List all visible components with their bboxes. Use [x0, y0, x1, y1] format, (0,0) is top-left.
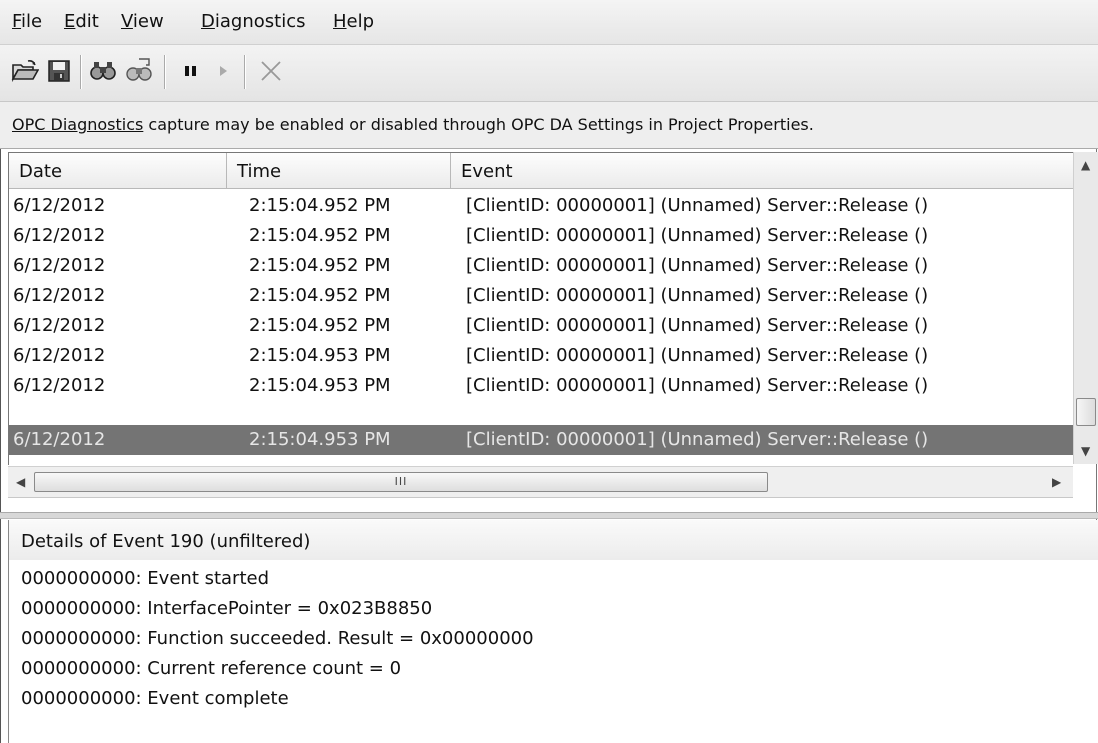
time-cell: 2:15:04.953 PM — [249, 375, 391, 396]
menu-help-label: elp — [346, 11, 375, 32]
opc-diagnostics-link[interactable]: OPC Diagnostics — [12, 115, 143, 134]
time-cell: 2:15:04.952 PM — [249, 225, 391, 246]
detail-line: 0000000000: Event started — [21, 568, 270, 589]
details-title: Details of Event 190 (unfiltered) — [21, 531, 311, 552]
info-message: OPC Diagnostics capture may be enabled o… — [12, 115, 814, 134]
date-cell: 6/12/2012 — [13, 315, 106, 336]
open-folder-icon[interactable] — [10, 54, 40, 88]
find-next-icon[interactable] — [124, 54, 154, 88]
table-row[interactable]: 6/12/2012 2:15:04.953 PM [ClientID: 0000… — [9, 341, 1074, 371]
time-cell: 2:15:04.953 PM — [249, 429, 391, 450]
table-row[interactable]: 6/12/2012 2:15:04.952 PM [ClientID: 0000… — [9, 251, 1074, 281]
details-header: Details of Event 190 (unfiltered) — [8, 520, 1098, 561]
menu-edit[interactable]: Edit — [64, 11, 99, 32]
menu-view-label: iew — [132, 11, 164, 32]
table-row[interactable]: 6/12/2012 2:15:04.952 PM [ClientID: 0000… — [9, 281, 1074, 311]
menu-file[interactable]: File — [12, 11, 42, 32]
time-cell: 2:15:04.952 PM — [249, 285, 391, 306]
event-cell: [ClientID: 00000001] (Unnamed) Server::R… — [466, 285, 929, 306]
event-cell: [ClientID: 00000001] (Unnamed) Server::R… — [466, 225, 929, 246]
detail-line: 0000000000: Current reference count = 0 — [21, 658, 402, 679]
event-list[interactable]: Date Time Event 6/12/2012 2:15:04.952 PM… — [8, 152, 1074, 465]
detail-line: 0000000000: Function succeeded. Result =… — [21, 628, 534, 649]
clear-icon[interactable] — [256, 54, 286, 88]
event-cell: [ClientID: 00000001] (Unnamed) Server::R… — [466, 345, 929, 366]
table-row[interactable]: 6/12/2012 2:15:04.952 PM [ClientID: 0000… — [9, 191, 1074, 221]
detail-line: 0000000000: InterfacePointer = 0x023B885… — [21, 598, 433, 619]
date-cell: 6/12/2012 — [13, 375, 106, 396]
detail-line: 0000000000: Event complete — [21, 688, 289, 709]
menu-diagnostics-mnemonic: D — [201, 11, 215, 32]
event-cell: [ClientID: 00000001] (Unnamed) Server::R… — [466, 375, 929, 396]
time-cell: 2:15:04.952 PM — [249, 255, 391, 276]
table-row[interactable]: 6/12/2012 2:15:04.953 PM [ClientID: 0000… — [9, 371, 1074, 401]
menu-edit-label: dit — [75, 11, 99, 32]
time-cell: 2:15:04.952 PM — [249, 195, 391, 216]
time-cell: 2:15:04.952 PM — [249, 315, 391, 336]
info-text: capture may be enabled or disabled throu… — [143, 115, 814, 134]
time-cell: 2:15:04.953 PM — [249, 345, 391, 366]
toolbar — [0, 45, 1098, 102]
pause-icon[interactable] — [176, 54, 206, 88]
vertical-scroll-thumb[interactable] — [1076, 398, 1096, 426]
save-icon[interactable] — [44, 54, 74, 88]
toolbar-separator — [244, 55, 246, 89]
find-icon[interactable] — [88, 54, 118, 88]
date-cell: 6/12/2012 — [13, 255, 106, 276]
menu-view-mnemonic: V — [121, 11, 133, 32]
table-row[interactable]: 6/12/2012 2:15:04.952 PM [ClientID: 0000… — [9, 311, 1074, 341]
scroll-right-arrow-icon[interactable]: ▶ — [1052, 475, 1061, 489]
menu-diagnostics[interactable]: Diagnostics — [201, 11, 305, 32]
horizontal-scrollbar[interactable]: ◀ III ▶ — [8, 466, 1073, 498]
toolbar-separator — [164, 55, 166, 89]
horizontal-scroll-thumb[interactable]: III — [34, 472, 768, 492]
date-cell: 6/12/2012 — [13, 225, 106, 246]
table-row-selected[interactable]: 6/12/2012 2:15:04.953 PM [ClientID: 0000… — [9, 425, 1074, 455]
menu-bar: File Edit View Diagnostics Help — [0, 0, 1098, 45]
vertical-scrollbar[interactable]: ▲ ▼ — [1073, 152, 1098, 464]
menu-view[interactable]: View — [121, 11, 164, 32]
column-header-date[interactable]: Date — [9, 153, 227, 189]
scroll-up-arrow-icon[interactable]: ▲ — [1081, 158, 1090, 172]
scroll-left-arrow-icon[interactable]: ◀ — [16, 475, 25, 489]
details-pane: 0000000000: Event started 0000000000: In… — [8, 560, 1098, 743]
play-icon[interactable] — [208, 54, 238, 88]
pane-splitter[interactable] — [0, 512, 1098, 519]
menu-file-label: ile — [21, 11, 43, 32]
event-cell: [ClientID: 00000001] (Unnamed) Server::R… — [466, 315, 929, 336]
menu-help-mnemonic: H — [333, 11, 347, 32]
event-cell: [ClientID: 00000001] (Unnamed) Server::R… — [466, 429, 929, 450]
menu-diagnostics-label: iagnostics — [214, 11, 306, 32]
date-cell: 6/12/2012 — [13, 285, 106, 306]
toolbar-separator — [80, 55, 82, 89]
event-cell: [ClientID: 00000001] (Unnamed) Server::R… — [466, 255, 929, 276]
column-header-time[interactable]: Time — [227, 153, 451, 189]
date-cell: 6/12/2012 — [13, 345, 106, 366]
date-cell: 6/12/2012 — [13, 195, 106, 216]
menu-help[interactable]: Help — [333, 11, 374, 32]
event-cell: [ClientID: 00000001] (Unnamed) Server::R… — [466, 195, 929, 216]
scroll-grip: III — [394, 475, 408, 488]
menu-edit-mnemonic: E — [64, 11, 76, 32]
column-header-event[interactable]: Event — [451, 153, 1074, 189]
date-cell: 6/12/2012 — [13, 429, 106, 450]
info-bar: OPC Diagnostics capture may be enabled o… — [0, 102, 1098, 149]
menu-file-mnemonic: F — [12, 11, 22, 32]
table-row[interactable]: 6/12/2012 2:15:04.952 PM [ClientID: 0000… — [9, 221, 1074, 251]
scroll-down-arrow-icon[interactable]: ▼ — [1081, 444, 1090, 458]
